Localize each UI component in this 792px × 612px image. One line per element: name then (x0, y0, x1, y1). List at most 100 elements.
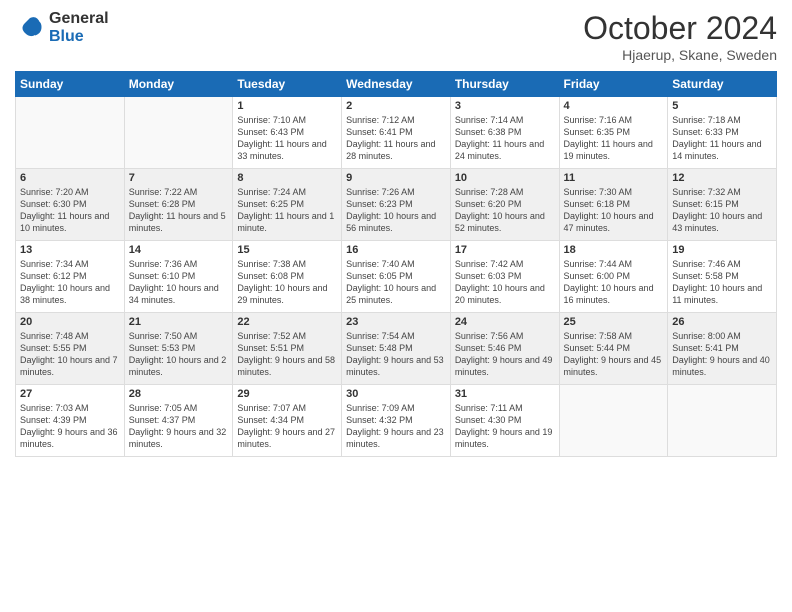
header-row: Sunday Monday Tuesday Wednesday Thursday… (16, 72, 777, 97)
cell-details: Sunrise: 7:09 AMSunset: 4:32 PMDaylight:… (346, 403, 444, 449)
day-number: 5 (672, 100, 772, 112)
col-sunday: Sunday (16, 72, 125, 97)
day-number: 16 (346, 244, 446, 256)
day-number: 13 (20, 244, 120, 256)
logo: General Blue (15, 10, 109, 45)
cell-2-4: 17 Sunrise: 7:42 AMSunset: 6:03 PMDayligh… (450, 241, 559, 313)
cell-details: Sunrise: 7:42 AMSunset: 6:03 PMDaylight:… (455, 259, 545, 305)
cell-details: Sunrise: 8:00 AMSunset: 5:41 PMDaylight:… (672, 331, 770, 377)
logo-blue: Blue (49, 28, 109, 46)
day-number: 11 (564, 172, 664, 184)
cell-3-1: 21 Sunrise: 7:50 AMSunset: 5:53 PMDayligh… (124, 313, 233, 385)
week-row-2: 13 Sunrise: 7:34 AMSunset: 6:12 PMDayligh… (16, 241, 777, 313)
cell-details: Sunrise: 7:44 AMSunset: 6:00 PMDaylight:… (564, 259, 654, 305)
cell-details: Sunrise: 7:14 AMSunset: 6:38 PMDaylight:… (455, 115, 544, 161)
col-monday: Monday (124, 72, 233, 97)
day-number: 2 (346, 100, 446, 112)
header: General Blue October 2024 Hjaerup, Skane… (15, 10, 777, 63)
cell-details: Sunrise: 7:26 AMSunset: 6:23 PMDaylight:… (346, 187, 436, 233)
cell-0-4: 3Sunrise: 7:14 AMSunset: 6:38 PMDaylight… (450, 97, 559, 169)
day-number: 7 (129, 172, 229, 184)
day-number: 18 (564, 244, 664, 256)
logo-general: General (49, 10, 109, 28)
day-number: 30 (346, 388, 446, 400)
logo-text: General Blue (49, 10, 109, 45)
cell-details: Sunrise: 7:56 AMSunset: 5:46 PMDaylight:… (455, 331, 553, 377)
cell-details: Sunrise: 7:34 AMSunset: 6:12 PMDaylight:… (20, 259, 110, 305)
cell-4-4: 31 Sunrise: 7:11 AMSunset: 4:30 PMDayligh… (450, 385, 559, 457)
day-number: 9 (346, 172, 446, 184)
cell-1-3: 9 Sunrise: 7:26 AMSunset: 6:23 PMDaylight… (342, 169, 451, 241)
cell-details: Sunrise: 7:28 AMSunset: 6:20 PMDaylight:… (455, 187, 545, 233)
cell-3-2: 22Sunrise: 7:52 AMSunset: 5:51 PMDayligh… (233, 313, 342, 385)
day-number: 29 (237, 388, 337, 400)
day-number: 17 (455, 244, 555, 256)
day-number: 24 (455, 316, 555, 328)
cell-details: Sunrise: 7:16 AMSunset: 6:35 PMDaylight:… (564, 115, 653, 161)
cell-details: Sunrise: 7:40 AMSunset: 6:05 PMDaylight:… (346, 259, 436, 305)
cell-details: Sunrise: 7:18 AMSunset: 6:33 PMDaylight:… (672, 115, 761, 161)
cell-0-5: 4 Sunrise: 7:16 AMSunset: 6:35 PMDaylight… (559, 97, 668, 169)
cell-details: Sunrise: 7:22 AMSunset: 6:28 PMDaylight:… (129, 187, 226, 233)
col-friday: Friday (559, 72, 668, 97)
location: Hjaerup, Skane, Sweden (583, 47, 777, 63)
cell-0-0 (16, 97, 125, 169)
cell-details: Sunrise: 7:54 AMSunset: 5:48 PMDaylight:… (346, 331, 444, 377)
day-number: 26 (672, 316, 772, 328)
cell-4-3: 30 Sunrise: 7:09 AMSunset: 4:32 PMDayligh… (342, 385, 451, 457)
cell-3-0: 20Sunrise: 7:48 AMSunset: 5:55 PMDayligh… (16, 313, 125, 385)
cell-4-6 (668, 385, 777, 457)
day-number: 21 (129, 316, 229, 328)
cell-2-0: 13 Sunrise: 7:34 AMSunset: 6:12 PMDayligh… (16, 241, 125, 313)
cell-details: Sunrise: 7:46 AMSunset: 5:58 PMDaylight:… (672, 259, 762, 305)
cell-details: Sunrise: 7:52 AMSunset: 5:51 PMDaylight:… (237, 331, 335, 377)
cell-3-5: 25 Sunrise: 7:58 AMSunset: 5:44 PMDayligh… (559, 313, 668, 385)
cell-2-2: 15Sunrise: 7:38 AMSunset: 6:08 PMDayligh… (233, 241, 342, 313)
day-number: 23 (346, 316, 446, 328)
calendar-table: Sunday Monday Tuesday Wednesday Thursday… (15, 71, 777, 457)
cell-4-0: 27Sunrise: 7:03 AMSunset: 4:39 PMDayligh… (16, 385, 125, 457)
cell-3-3: 23 Sunrise: 7:54 AMSunset: 5:48 PMDayligh… (342, 313, 451, 385)
col-wednesday: Wednesday (342, 72, 451, 97)
col-tuesday: Tuesday (233, 72, 342, 97)
cell-details: Sunrise: 7:38 AMSunset: 6:08 PMDaylight:… (237, 259, 327, 305)
cell-2-6: 19 Sunrise: 7:46 AMSunset: 5:58 PMDayligh… (668, 241, 777, 313)
week-row-0: 1Sunrise: 7:10 AMSunset: 6:43 PMDaylight… (16, 97, 777, 169)
cell-1-6: 12Sunrise: 7:32 AMSunset: 6:15 PMDayligh… (668, 169, 777, 241)
page: General Blue October 2024 Hjaerup, Skane… (0, 0, 792, 612)
day-number: 4 (564, 100, 664, 112)
cell-details: Sunrise: 7:50 AMSunset: 5:53 PMDaylight:… (129, 331, 227, 377)
cell-1-0: 6Sunrise: 7:20 AMSunset: 6:30 PMDaylight… (16, 169, 125, 241)
cell-0-1 (124, 97, 233, 169)
col-saturday: Saturday (668, 72, 777, 97)
cell-1-2: 8 Sunrise: 7:24 AMSunset: 6:25 PMDaylight… (233, 169, 342, 241)
cell-1-5: 11Sunrise: 7:30 AMSunset: 6:18 PMDayligh… (559, 169, 668, 241)
cell-0-2: 1Sunrise: 7:10 AMSunset: 6:43 PMDaylight… (233, 97, 342, 169)
cell-details: Sunrise: 7:05 AMSunset: 4:37 PMDaylight:… (129, 403, 227, 449)
cell-4-2: 29Sunrise: 7:07 AMSunset: 4:34 PMDayligh… (233, 385, 342, 457)
day-number: 10 (455, 172, 555, 184)
cell-3-6: 26 Sunrise: 8:00 AMSunset: 5:41 PMDayligh… (668, 313, 777, 385)
cell-1-1: 7 Sunrise: 7:22 AMSunset: 6:28 PMDaylight… (124, 169, 233, 241)
cell-4-5 (559, 385, 668, 457)
day-number: 31 (455, 388, 555, 400)
day-number: 6 (20, 172, 120, 184)
cell-details: Sunrise: 7:58 AMSunset: 5:44 PMDaylight:… (564, 331, 662, 377)
week-row-4: 27Sunrise: 7:03 AMSunset: 4:39 PMDayligh… (16, 385, 777, 457)
cell-1-4: 10 Sunrise: 7:28 AMSunset: 6:20 PMDayligh… (450, 169, 559, 241)
cell-2-3: 16 Sunrise: 7:40 AMSunset: 6:05 PMDayligh… (342, 241, 451, 313)
cell-details: Sunrise: 7:32 AMSunset: 6:15 PMDaylight:… (672, 187, 762, 233)
day-number: 1 (237, 100, 337, 112)
cell-0-3: 2Sunrise: 7:12 AMSunset: 6:41 PMDaylight… (342, 97, 451, 169)
cell-details: Sunrise: 7:36 AMSunset: 6:10 PMDaylight:… (129, 259, 219, 305)
logo-icon (15, 13, 45, 43)
cell-details: Sunrise: 7:11 AMSunset: 4:30 PMDaylight:… (455, 403, 553, 449)
cell-details: Sunrise: 7:48 AMSunset: 5:55 PMDaylight:… (20, 331, 118, 377)
day-number: 19 (672, 244, 772, 256)
week-row-1: 6Sunrise: 7:20 AMSunset: 6:30 PMDaylight… (16, 169, 777, 241)
cell-4-1: 28 Sunrise: 7:05 AMSunset: 4:37 PMDayligh… (124, 385, 233, 457)
cell-details: Sunrise: 7:24 AMSunset: 6:25 PMDaylight:… (237, 187, 334, 233)
day-number: 25 (564, 316, 664, 328)
day-number: 8 (237, 172, 337, 184)
day-number: 28 (129, 388, 229, 400)
